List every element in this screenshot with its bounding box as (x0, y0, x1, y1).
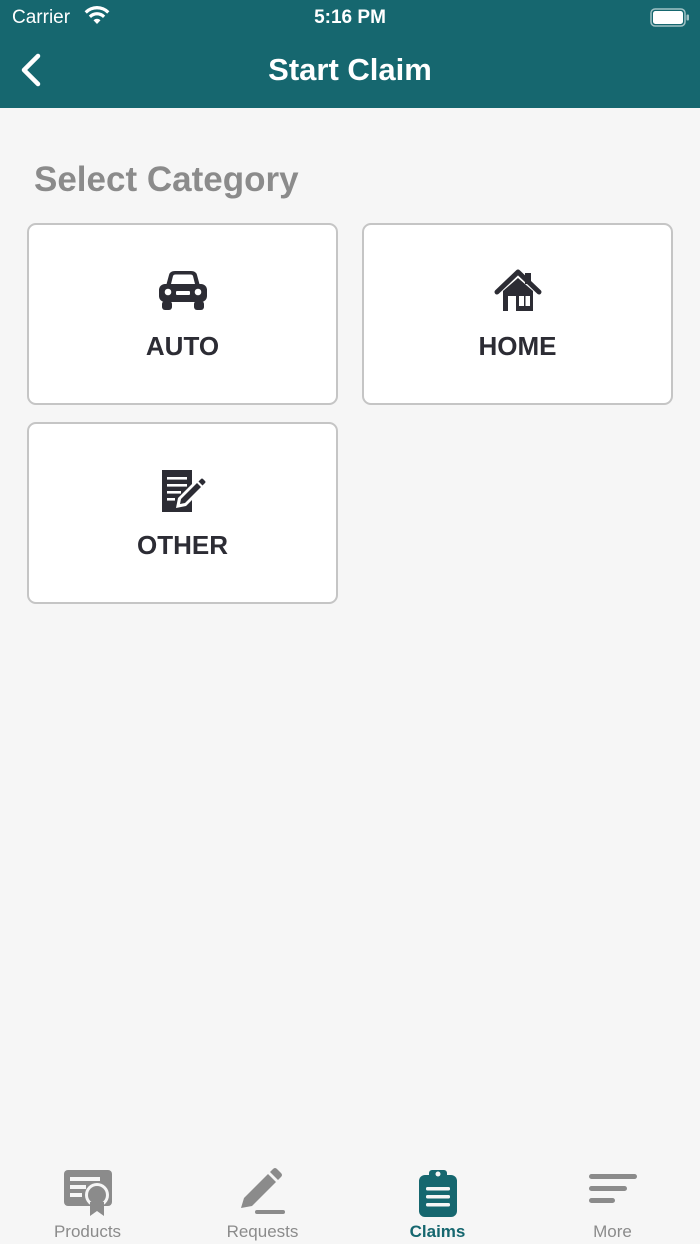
page-title: Start Claim (268, 52, 432, 87)
tab-label: More (593, 1222, 632, 1241)
category-label: AUTO (145, 331, 220, 361)
note-pencil-icon (161, 470, 205, 512)
category-label: HOME (478, 331, 557, 361)
menu-lines-icon (588, 1174, 637, 1203)
status-time: 5:16 PM (314, 7, 386, 28)
pencil-icon (240, 1168, 285, 1214)
car-icon (158, 271, 207, 310)
category-card-home[interactable]: HOME (362, 223, 673, 405)
category-card-auto[interactable]: AUTO (27, 223, 338, 405)
battery-icon (650, 8, 689, 27)
tab-bar: Products Requests Claims More (0, 1160, 700, 1244)
tab-label: Requests (226, 1222, 299, 1241)
tab-label: Claims (409, 1222, 466, 1241)
tab-requests[interactable]: Requests (175, 1160, 350, 1244)
tab-label: Products (53, 1222, 122, 1241)
status-bar: Carrier 5:16 PM (0, 0, 700, 36)
tab-claims[interactable]: Claims (350, 1160, 525, 1244)
section-title: Select Category (34, 160, 299, 199)
header-bar: Carrier 5:16 PM Start Claim (0, 0, 700, 108)
tab-more[interactable]: More (525, 1160, 700, 1244)
clipboard-icon (418, 1170, 457, 1217)
category-card-other[interactable]: OTHER (27, 422, 338, 604)
house-icon (494, 269, 541, 311)
category-label: OTHER (137, 530, 228, 560)
tab-products[interactable]: Products (0, 1160, 175, 1244)
certificate-icon (63, 1170, 112, 1216)
